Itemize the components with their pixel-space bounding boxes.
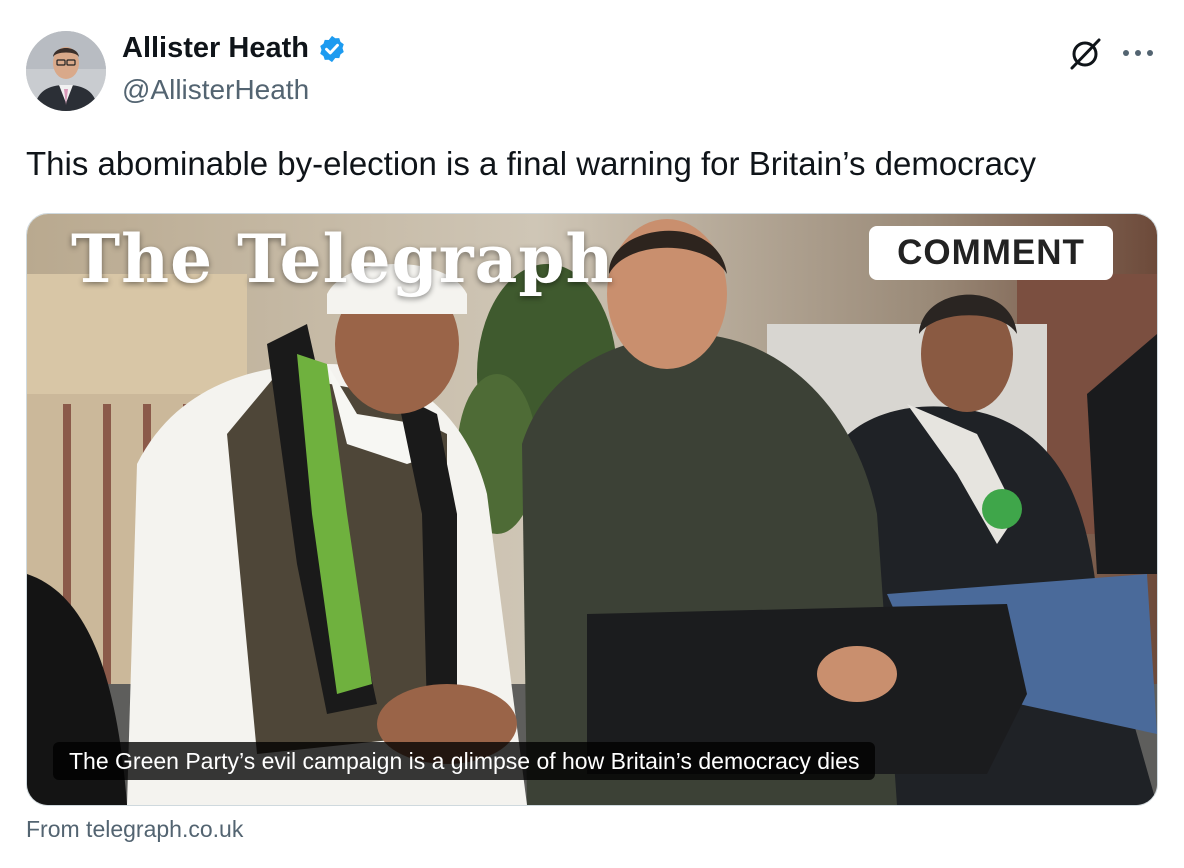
avatar-photo (26, 31, 106, 111)
card-photo (27, 214, 1157, 805)
comment-badge: COMMENT (869, 226, 1113, 280)
card-masthead: The Telegraph (71, 220, 615, 298)
tweet-text: This abominable by-election is a final w… (26, 145, 1037, 182)
author-display-name[interactable]: Allister Heath (122, 32, 309, 65)
card-headline[interactable]: The Green Party’s evil campaign is a gli… (53, 742, 876, 780)
card-source[interactable]: From telegraph.co.uk (26, 816, 243, 843)
author-handle[interactable]: @AllisterHeath (122, 74, 309, 106)
verified-badge-icon (320, 35, 344, 62)
avatar[interactable] (26, 31, 106, 111)
more-options-icon[interactable] (1118, 38, 1158, 68)
link-card[interactable]: The Telegraph COMMENT The Green Party’s … (26, 213, 1158, 806)
tweet: Allister Heath @AllisterHeath This abomi… (0, 0, 1184, 868)
grok-icon[interactable] (1066, 35, 1104, 73)
author-name-row[interactable]: Allister Heath (122, 32, 347, 65)
